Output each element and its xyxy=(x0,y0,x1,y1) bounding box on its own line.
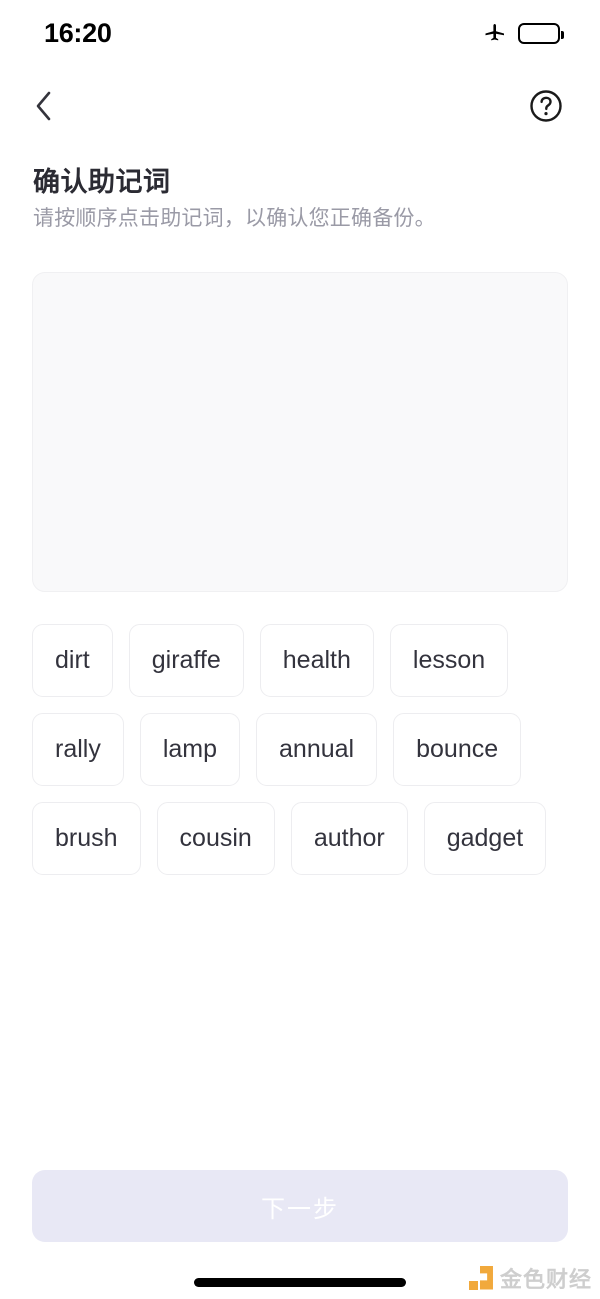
next-button[interactable]: 下一步 xyxy=(32,1170,568,1242)
word-chip[interactable]: rally xyxy=(32,713,124,786)
word-chip[interactable]: dirt xyxy=(32,624,113,697)
word-chip[interactable]: health xyxy=(259,624,374,697)
word-chip[interactable]: lamp xyxy=(139,713,241,786)
battery-low-power-icon xyxy=(518,22,564,44)
selected-words-area[interactable] xyxy=(32,272,568,592)
page-subtitle: 请按顺序点击助记词，以确认您正确备份。 xyxy=(33,207,436,230)
help-button[interactable] xyxy=(524,86,568,130)
word-chip[interactable]: bounce xyxy=(393,713,522,786)
word-chip[interactable]: lesson xyxy=(389,624,509,697)
word-chip[interactable]: author xyxy=(290,802,408,875)
watermark-text: 金色财经 xyxy=(499,1267,592,1292)
word-chip[interactable]: giraffe xyxy=(128,624,244,697)
status-bar-indicators xyxy=(483,19,564,48)
status-bar: 16:20 xyxy=(0,0,600,66)
page-title: 确认助记词 xyxy=(33,167,171,197)
word-chip[interactable]: cousin xyxy=(156,802,275,875)
jinse-logo-icon xyxy=(468,1265,494,1291)
word-chip[interactable]: annual xyxy=(256,713,378,786)
status-bar-time: 16:20 xyxy=(44,17,112,48)
watermark: 金色财经 xyxy=(468,1262,592,1294)
back-button[interactable] xyxy=(22,86,66,130)
word-chip[interactable]: gadget xyxy=(423,802,547,875)
word-chip[interactable]: brush xyxy=(32,802,141,875)
airplane-mode-icon xyxy=(483,19,507,48)
question-circle-icon xyxy=(529,89,563,128)
navigation-bar xyxy=(0,80,600,136)
word-pool: dirt giraffe health lesson rally lamp annual bo… xyxy=(32,624,572,875)
chevron-left-icon xyxy=(31,89,57,128)
home-indicator xyxy=(194,1278,406,1287)
